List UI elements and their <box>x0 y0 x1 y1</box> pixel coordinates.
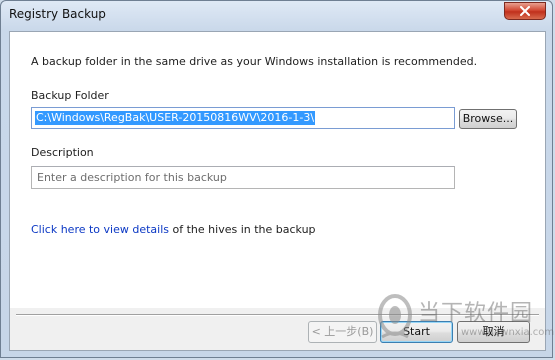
view-details-link[interactable]: Click here to view details <box>31 223 169 236</box>
browse-button[interactable]: Browse... <box>459 109 517 129</box>
window-title: Registry Backup <box>9 7 106 21</box>
registry-backup-window: Registry Backup A backup folder in the s… <box>0 0 554 358</box>
description-input[interactable] <box>32 167 454 188</box>
backup-folder-value: C:\Windows\RegBak\USER-20150816WV\2016-1… <box>35 111 316 125</box>
backup-folder-input[interactable]: C:\Windows\RegBak\USER-20150816WV\2016-1… <box>31 107 455 129</box>
dialog-client-area: A backup folder in the same drive as you… <box>9 31 546 351</box>
back-button[interactable]: < 上一步(B) <box>308 321 377 343</box>
backup-folder-label: Backup Folder <box>31 89 109 102</box>
hives-details-line: Click here to view details of the hives … <box>31 223 316 236</box>
intro-text: A backup folder in the same drive as you… <box>31 55 478 68</box>
title-bar[interactable]: Registry Backup <box>1 1 552 29</box>
hives-details-suffix: of the hives in the backup <box>169 223 316 236</box>
close-icon <box>520 6 530 16</box>
form-panel: A backup folder in the same drive as you… <box>10 32 545 308</box>
description-field[interactable] <box>31 166 455 189</box>
button-separator <box>16 314 539 316</box>
close-button[interactable] <box>504 2 546 20</box>
cancel-button[interactable]: 取消 <box>457 321 530 343</box>
description-label: Description <box>31 146 94 159</box>
start-button[interactable]: Start <box>380 321 453 343</box>
